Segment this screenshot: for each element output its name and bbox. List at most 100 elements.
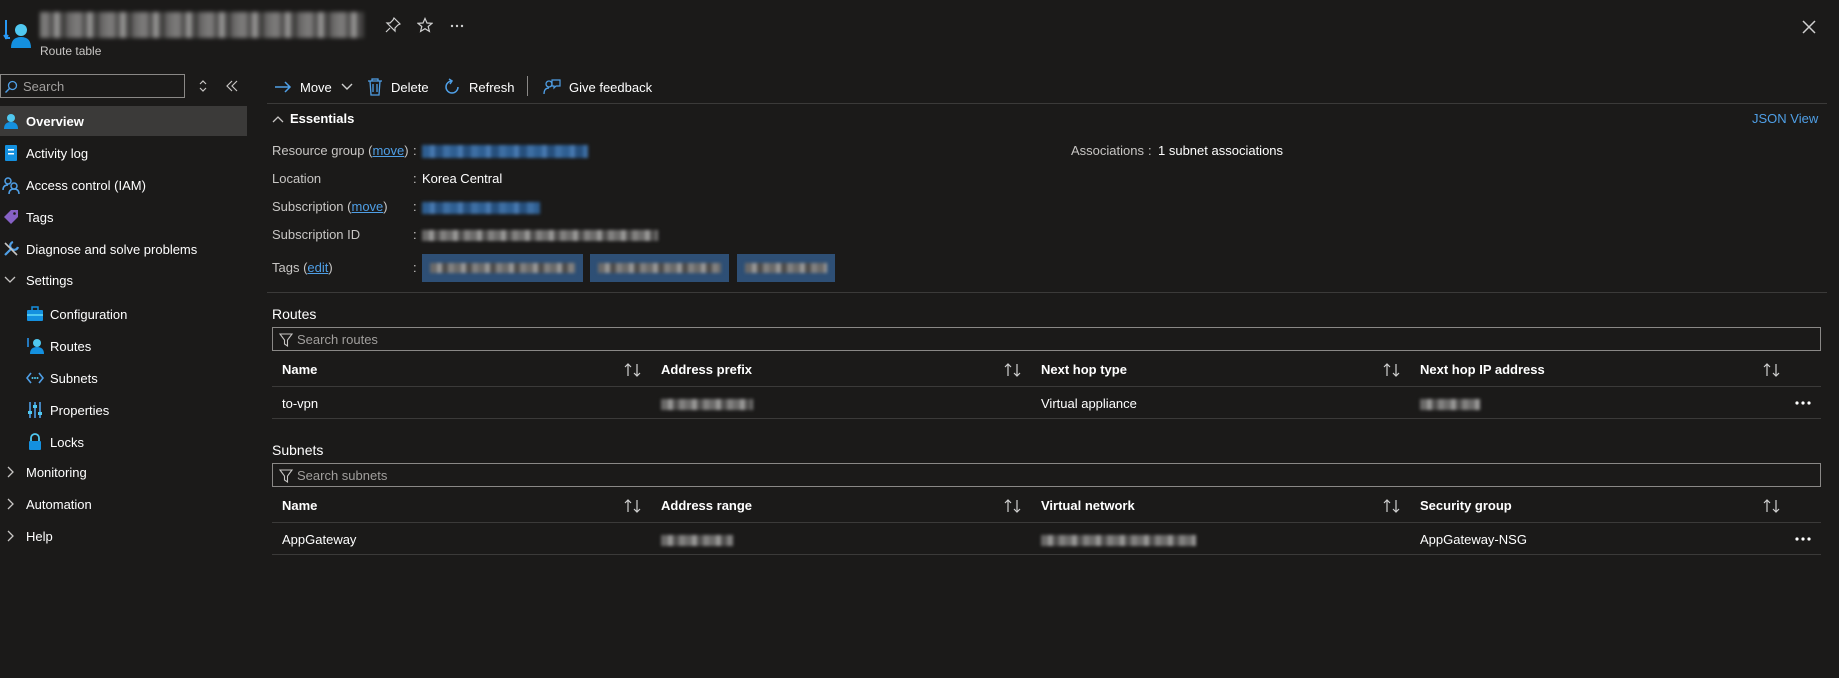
essentials-header[interactable]: Essentials [290, 111, 354, 126]
tag-chip[interactable] [737, 254, 835, 282]
trash-icon [368, 78, 382, 96]
refresh-label: Refresh [469, 79, 515, 95]
collapse-sidebar-icon[interactable] [224, 78, 240, 94]
routes-search[interactable] [272, 327, 1821, 351]
sidebar-item-label: Automation [26, 497, 92, 512]
move-button[interactable]: Move [274, 77, 354, 97]
address-prefix-redacted [661, 399, 753, 410]
subscription-label: Subscription (move) [272, 199, 388, 214]
sort-icon[interactable] [1763, 363, 1781, 377]
tags-edit-link[interactable]: edit [307, 260, 328, 275]
pin-icon[interactable] [383, 16, 403, 37]
column-header-name[interactable]: Name [282, 498, 317, 513]
sidebar-item-access-control[interactable]: Access control (IAM) [0, 170, 247, 200]
sidebar-group-settings[interactable]: Settings [0, 265, 247, 295]
sidebar-item-label: Settings [26, 273, 73, 288]
subnet-name[interactable]: AppGateway [282, 532, 356, 547]
resource-group-move-link[interactable]: move [372, 143, 404, 158]
subnet-icon [26, 372, 44, 384]
column-header-address-range[interactable]: Address range [661, 498, 752, 513]
sort-icon[interactable] [1383, 499, 1401, 513]
sidebar-item-configuration[interactable]: Configuration [0, 299, 247, 329]
essentials-divider [267, 292, 1827, 293]
sidebar-group-automation[interactable]: Automation [0, 489, 247, 519]
colon: : [413, 260, 417, 275]
subnets-search[interactable] [272, 463, 1821, 487]
tag-chip[interactable] [590, 254, 729, 282]
sort-icon[interactable] [1763, 499, 1781, 513]
sidebar-item-label: Activity log [26, 146, 89, 161]
sort-icon[interactable] [1004, 363, 1022, 377]
virtual-network-redacted[interactable] [1041, 535, 1196, 546]
sidebar-item-label: Tags [26, 210, 54, 225]
resource-group-link-redacted[interactable] [422, 145, 588, 158]
row-more-icon[interactable] [1794, 534, 1812, 544]
colon: : [413, 143, 417, 158]
close-icon[interactable] [1798, 16, 1820, 38]
json-view-link[interactable]: JSON View [1752, 111, 1818, 126]
sidebar-item-label: Access control (IAM) [26, 178, 146, 193]
sidebar-item-label: Properties [50, 403, 110, 418]
column-header-security-group[interactable]: Security group [1420, 498, 1512, 513]
activity-log-icon [5, 145, 17, 161]
row-more-icon[interactable] [1794, 398, 1812, 408]
sidebar-item-label: Subnets [50, 371, 98, 386]
favorite-star-icon[interactable] [415, 17, 435, 37]
sidebar-item-activity-log[interactable]: Activity log [0, 138, 247, 168]
security-group[interactable]: AppGateway-NSG [1420, 532, 1527, 547]
chevron-right-icon [7, 466, 14, 478]
sidebar-item-subnets[interactable]: Subnets [0, 363, 247, 393]
sidebar-item-label: Locks [50, 435, 84, 450]
sidebar-item-label: Overview [26, 114, 84, 129]
subnets-search-input[interactable] [297, 467, 797, 484]
resource-name-redacted [40, 12, 364, 38]
sidebar-search-input[interactable] [23, 77, 173, 95]
row-divider [272, 386, 1821, 387]
column-header-address-prefix[interactable]: Address prefix [661, 362, 752, 377]
sort-icon[interactable] [1383, 363, 1401, 377]
sidebar-item-properties[interactable]: Properties [0, 395, 247, 425]
give-feedback-button[interactable]: Give feedback [543, 77, 652, 97]
sort-icon[interactable] [1004, 499, 1022, 513]
column-header-next-hop-ip[interactable]: Next hop IP address [1420, 362, 1545, 377]
sidebar-item-label: Configuration [50, 307, 128, 322]
sidebar-item-overview[interactable]: Overview [0, 106, 247, 136]
column-header-name[interactable]: Name [282, 362, 317, 377]
sidebar-search[interactable] [0, 74, 185, 98]
subscription-move-link[interactable]: move [352, 199, 384, 214]
tag-chip[interactable] [422, 254, 583, 282]
sort-icon[interactable] [624, 499, 642, 513]
location-value: Korea Central [422, 171, 503, 186]
delete-button[interactable]: Delete [367, 77, 429, 97]
sidebar-group-monitoring[interactable]: Monitoring [0, 457, 247, 487]
routes-search-input[interactable] [297, 331, 797, 348]
sort-toggle-icon[interactable] [196, 78, 210, 94]
subnets-title: Subnets [272, 442, 324, 458]
chevron-right-icon [7, 530, 14, 542]
route-name[interactable]: to-vpn [282, 396, 318, 411]
column-header-next-hop-type[interactable]: Next hop type [1041, 362, 1127, 377]
sidebar-group-help[interactable]: Help [0, 521, 247, 551]
sidebar-item-locks[interactable]: Locks [0, 427, 247, 457]
column-header-virtual-network[interactable]: Virtual network [1041, 498, 1135, 513]
more-options-icon[interactable] [447, 17, 467, 37]
row-divider [272, 522, 1821, 523]
chevron-down-icon [341, 83, 353, 90]
sidebar-item-tags[interactable]: Tags [0, 202, 247, 232]
lock-icon [29, 433, 41, 450]
sidebar-item-diagnose[interactable]: Diagnose and solve problems [0, 234, 247, 264]
overview-icon [4, 114, 18, 129]
next-hop-type: Virtual appliance [1041, 396, 1137, 411]
subscription-id-label: Subscription ID [272, 227, 361, 242]
move-label: Move [300, 79, 332, 95]
next-hop-ip-redacted [1420, 399, 1480, 410]
chevron-up-icon[interactable] [272, 113, 284, 128]
sidebar-item-routes[interactable]: Routes [0, 331, 247, 361]
colon: : [413, 199, 417, 214]
chevron-right-icon [7, 498, 14, 510]
refresh-button[interactable]: Refresh [443, 77, 515, 97]
sort-icon[interactable] [624, 363, 642, 377]
location-label: Location [272, 171, 322, 186]
subscription-link-redacted[interactable] [422, 202, 540, 214]
colon: : [1148, 143, 1152, 158]
